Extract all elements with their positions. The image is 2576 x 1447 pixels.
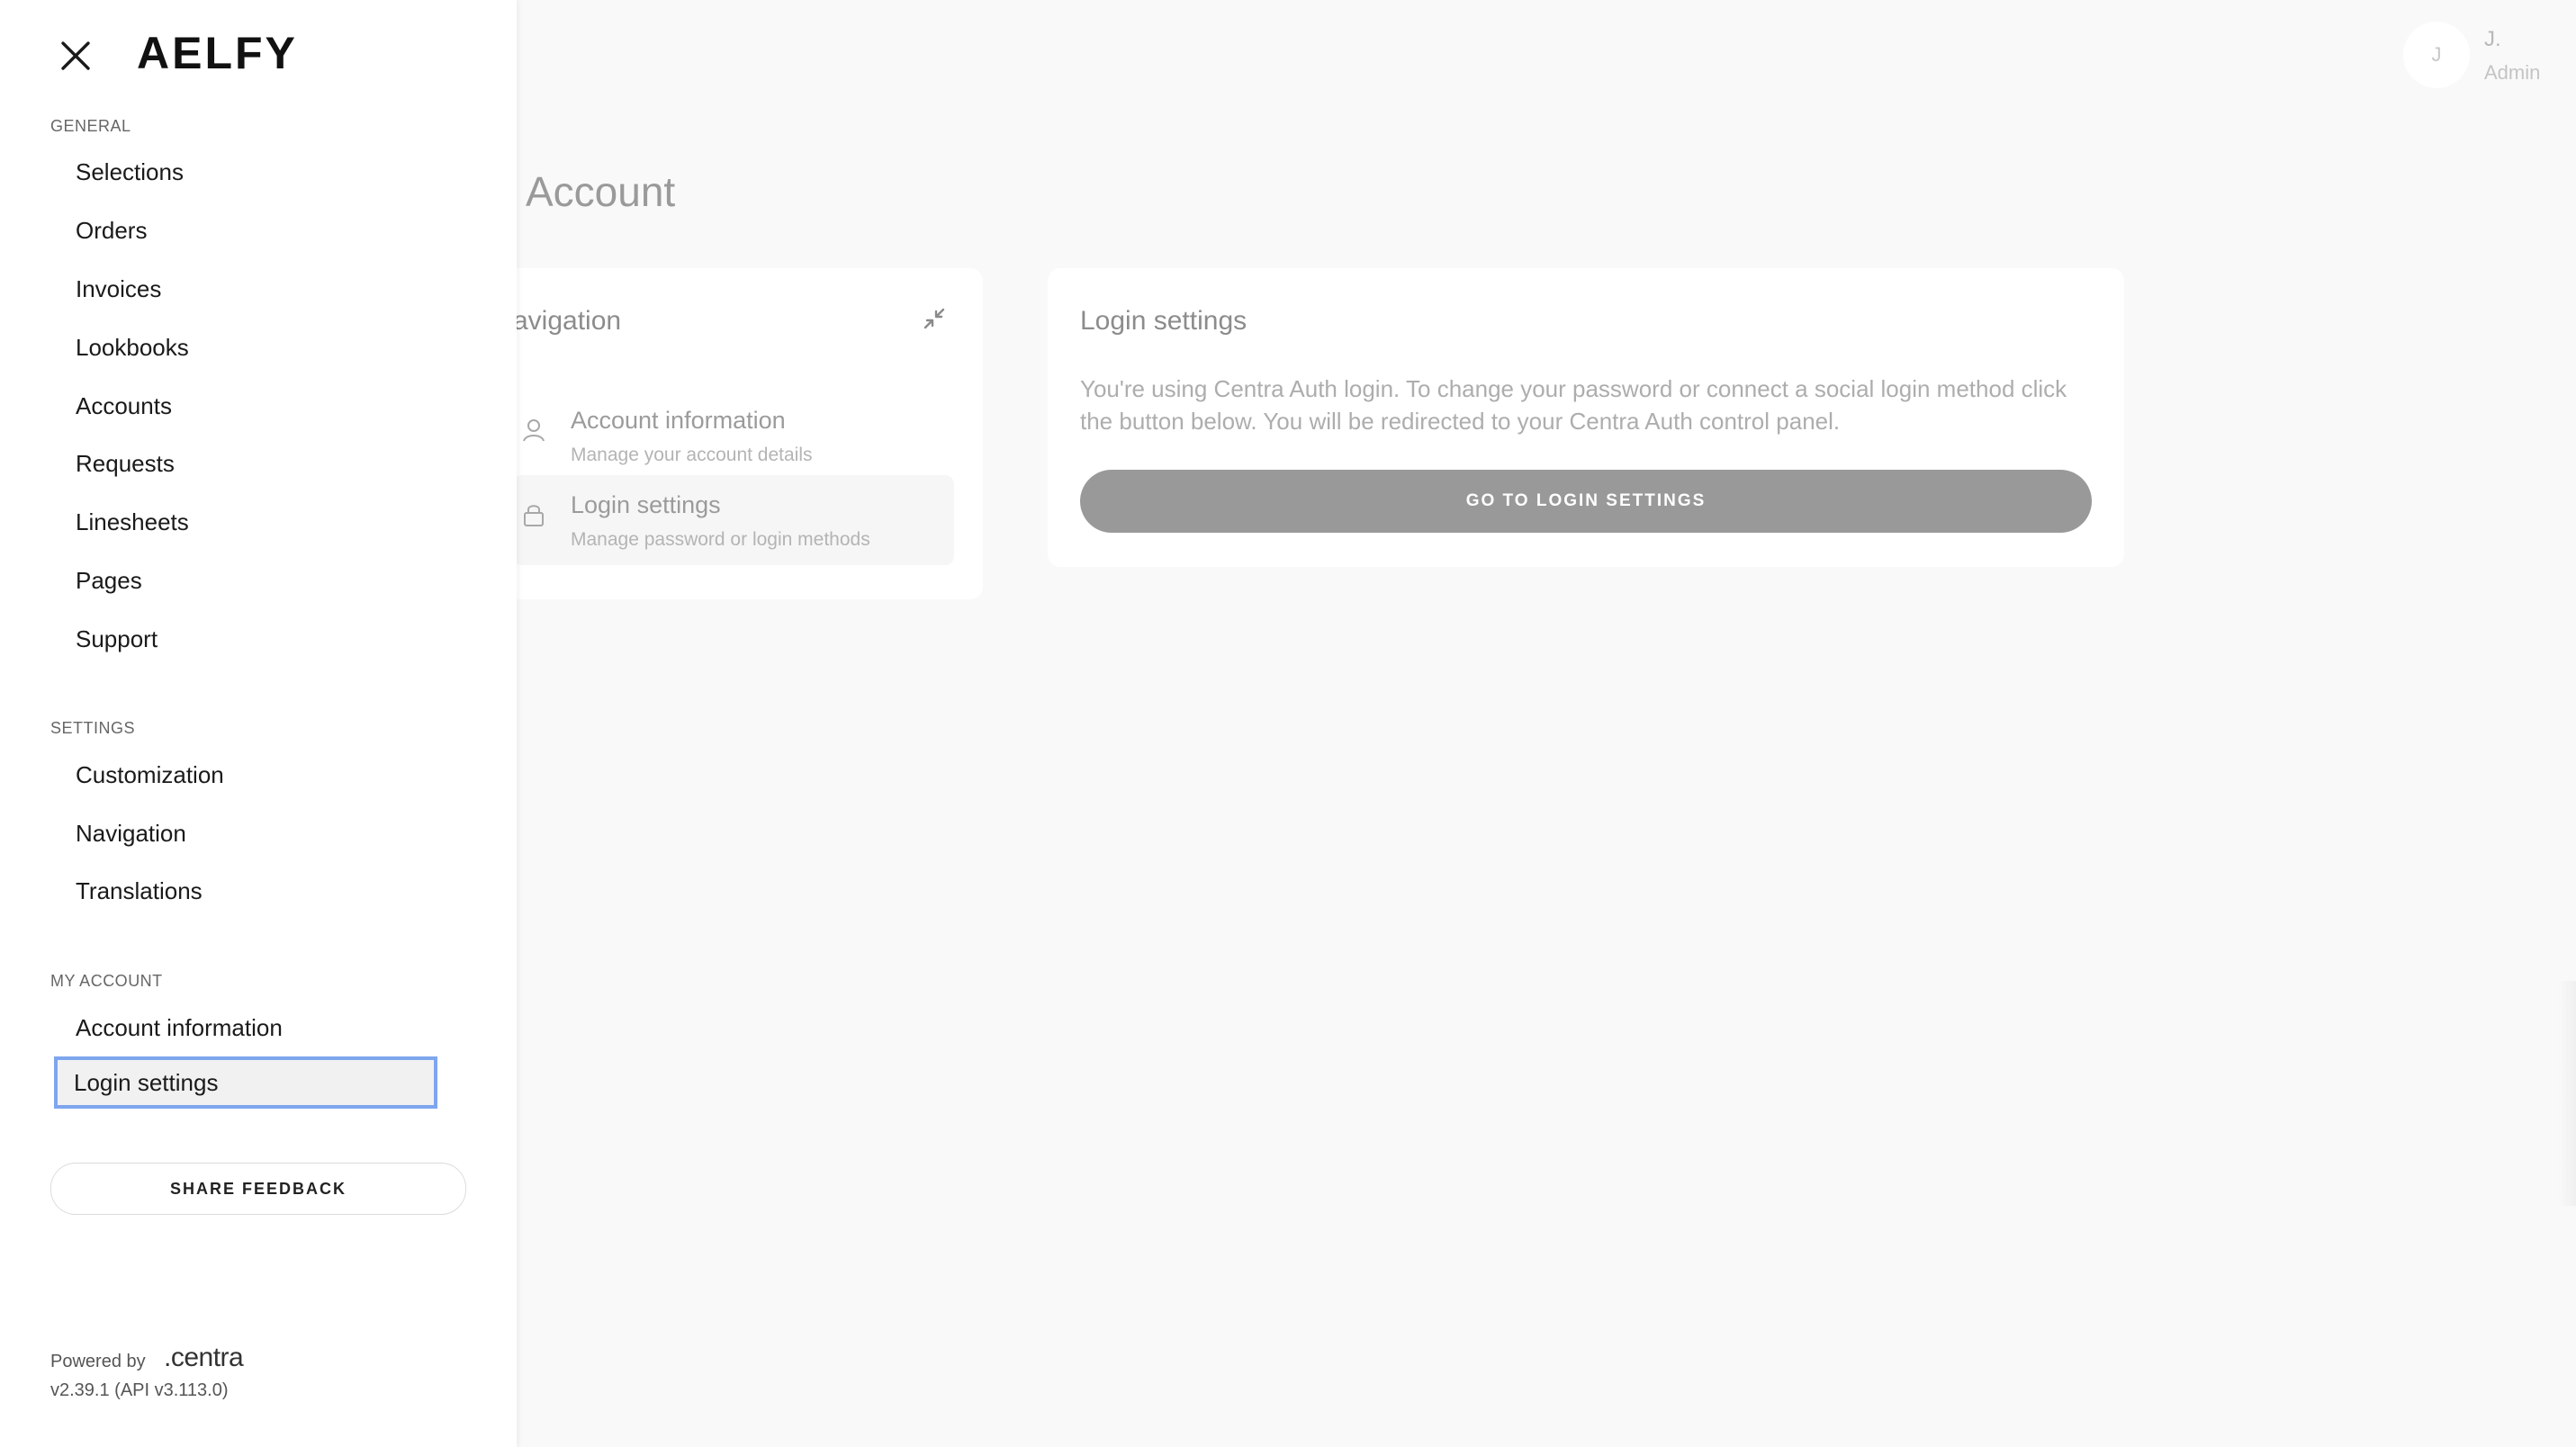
nav-item-login-settings[interactable]: Login settings Manage password or login … [513, 475, 954, 565]
section-label-general: GENERAL [50, 117, 131, 135]
menu-item-translations[interactable]: Translations [76, 877, 203, 905]
page-title: Account [526, 168, 676, 215]
menu-item-orders[interactable]: Orders [76, 217, 147, 245]
close-icon[interactable] [56, 36, 95, 76]
lock-icon [524, 505, 544, 526]
go-to-login-settings-button[interactable]: GO TO LOGIN SETTINGS [1080, 470, 2092, 533]
menu-item-account-information[interactable]: Account information [76, 1014, 283, 1042]
user-name: J. [2484, 27, 2501, 51]
section-label-my-account: MY ACCOUNT [50, 972, 163, 990]
nav-item-account-information[interactable]: Account information Manage your account … [513, 391, 954, 481]
navigation-card-title: avigation [513, 306, 622, 336]
side-drawer: AELFY GENERAL Selections Orders Invoices… [0, 0, 517, 1447]
share-feedback-button[interactable]: SHARE FEEDBACK [50, 1163, 466, 1215]
version-label: v2.39.1 (API v3.113.0) [50, 1380, 229, 1400]
menu-item-selections[interactable]: Selections [76, 158, 184, 186]
edge-shadow [2558, 981, 2576, 1206]
menu-item-navigation[interactable]: Navigation [76, 820, 186, 848]
powered-by-label: Powered by [50, 1352, 146, 1371]
avatar[interactable]: J [2403, 22, 2470, 88]
nav-item-title: Account information [571, 407, 786, 434]
section-label-settings: SETTINGS [50, 719, 136, 737]
menu-item-pages[interactable]: Pages [76, 567, 142, 595]
brand-logo[interactable]: AELFY [137, 27, 298, 79]
menu-item-support[interactable]: Support [76, 625, 158, 653]
centra-logo: .centra [164, 1343, 244, 1372]
nav-item-title: Login settings [571, 491, 721, 518]
menu-item-invoices[interactable]: Invoices [76, 275, 161, 303]
user-role: Admin [2484, 61, 2541, 84]
menu-item-linesheets[interactable]: Linesheets [76, 508, 189, 536]
menu-item-lookbooks[interactable]: Lookbooks [76, 334, 189, 362]
nav-item-subtitle: Manage password or login methods [571, 529, 870, 550]
collapse-icon[interactable] [918, 302, 950, 335]
menu-item-customization[interactable]: Customization [76, 761, 224, 789]
login-settings-card: Login settings You're using Centra Auth … [1048, 268, 2124, 567]
menu-item-requests[interactable]: Requests [76, 450, 175, 478]
menu-item-login-settings[interactable]: Login settings [54, 1056, 437, 1109]
nav-item-subtitle: Manage your account details [571, 445, 813, 465]
login-settings-title: Login settings [1080, 306, 1247, 336]
login-settings-description: You're using Centra Auth login. To chang… [1080, 375, 2067, 435]
menu-item-accounts[interactable]: Accounts [76, 392, 172, 420]
user-icon [523, 419, 545, 442]
